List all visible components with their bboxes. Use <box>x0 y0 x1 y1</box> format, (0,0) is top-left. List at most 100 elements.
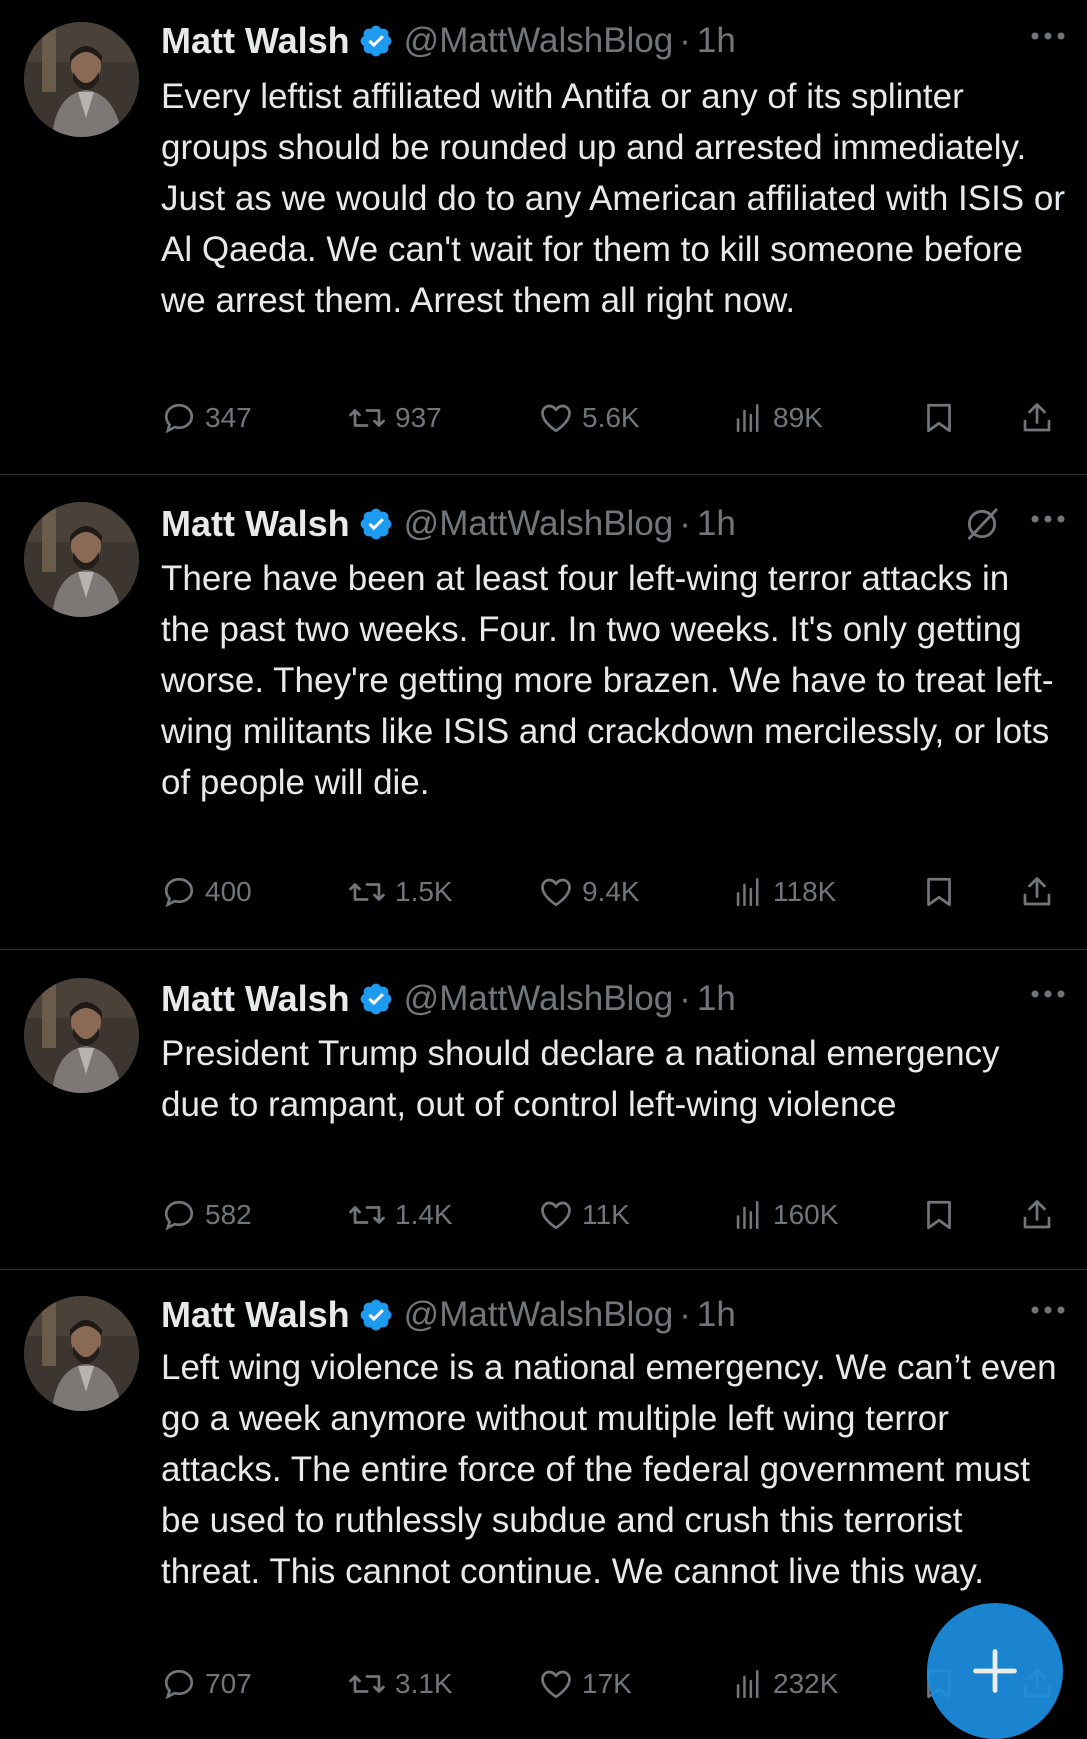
verified-badge-icon <box>360 983 392 1015</box>
action-bar: 707 3.1K 17K 232K <box>161 1662 1061 1706</box>
bookmark-button[interactable] <box>921 1193 957 1237</box>
like-button[interactable]: 5.6K <box>538 396 640 440</box>
bookmark-button[interactable] <box>921 396 957 440</box>
views-button[interactable]: 89K <box>731 396 823 440</box>
separator-dot: · <box>679 1295 691 1334</box>
share-icon <box>1023 877 1051 906</box>
like-icon <box>541 1201 571 1230</box>
separator-dot: · <box>679 979 691 1018</box>
tweet-header: Matt Walsh @MattWalshBlog · 1h <box>161 974 1067 1024</box>
views-icon <box>736 1200 759 1230</box>
like-count: 11K <box>582 1199 630 1230</box>
bookmark-button[interactable] <box>921 870 957 914</box>
action-bar: 400 1.5K 9.4K 118K <box>161 870 1061 914</box>
timestamp[interactable]: 1h <box>697 1295 736 1335</box>
bookmark-icon <box>927 403 951 433</box>
more-options-icon[interactable] <box>1029 513 1067 525</box>
reply-icon <box>164 1200 194 1231</box>
compose-button[interactable] <box>927 1603 1063 1739</box>
like-count: 17K <box>582 1668 632 1699</box>
share-button[interactable] <box>1019 396 1055 440</box>
like-count: 9.4K <box>582 876 640 907</box>
verified-badge-icon <box>360 508 392 540</box>
views-count: 89K <box>773 402 823 433</box>
like-icon <box>541 1670 571 1699</box>
views-icon <box>736 877 759 907</box>
like-button[interactable]: 9.4K <box>538 870 640 914</box>
avatar[interactable] <box>24 502 139 617</box>
repost-count: 1.5K <box>395 876 453 907</box>
bookmark-icon <box>927 877 951 907</box>
reply-count: 707 <box>205 1668 252 1699</box>
author-handle[interactable]: @MattWalshBlog <box>404 21 674 61</box>
like-button[interactable]: 17K <box>538 1662 632 1706</box>
repost-icon <box>349 883 385 901</box>
separator-dot: · <box>679 504 691 543</box>
repost-count: 3.1K <box>395 1668 453 1699</box>
verified-badge-icon <box>360 1299 392 1331</box>
share-icon <box>1023 403 1051 432</box>
repost-button[interactable]: 3.1K <box>347 1662 453 1706</box>
timestamp[interactable]: 1h <box>697 979 736 1019</box>
share-button[interactable] <box>1019 870 1055 914</box>
avatar[interactable] <box>24 1296 139 1411</box>
plus-icon <box>973 1649 1017 1693</box>
author-name[interactable]: Matt Walsh <box>161 978 350 1020</box>
repost-button[interactable]: 1.5K <box>347 870 453 914</box>
views-button[interactable]: 160K <box>731 1193 838 1237</box>
verified-badge-icon <box>360 25 392 57</box>
reply-button[interactable]: 582 <box>161 1193 252 1237</box>
reply-count: 400 <box>205 876 252 907</box>
reply-button[interactable]: 707 <box>161 1662 252 1706</box>
reply-icon <box>164 1669 194 1700</box>
author-handle[interactable]: @MattWalshBlog <box>404 504 674 544</box>
tweet-header: Matt Walsh @MattWalshBlog · 1h <box>161 1290 1067 1340</box>
repost-count: 937 <box>395 402 442 433</box>
tweet-text: Left wing violence is a national emergen… <box>161 1348 1057 1591</box>
repost-button[interactable]: 937 <box>347 396 442 440</box>
more-options-icon[interactable] <box>1029 30 1067 42</box>
share-button[interactable] <box>1019 1193 1055 1237</box>
reply-count: 347 <box>205 402 252 433</box>
repost-icon <box>349 1675 385 1693</box>
like-button[interactable]: 11K <box>538 1193 630 1237</box>
author-handle[interactable]: @MattWalshBlog <box>404 1295 674 1335</box>
author-name[interactable]: Matt Walsh <box>161 503 350 545</box>
grok-icon[interactable] <box>963 505 1001 543</box>
timestamp[interactable]: 1h <box>697 21 736 61</box>
avatar[interactable] <box>24 22 139 137</box>
views-button[interactable]: 232K <box>731 1662 838 1706</box>
views-count: 232K <box>773 1668 839 1699</box>
tweet-header: Matt Walsh @MattWalshBlog · 1h <box>161 16 1067 66</box>
author-name[interactable]: Matt Walsh <box>161 20 350 62</box>
tweet-text: Every leftist affiliated with Antifa or … <box>161 77 1065 320</box>
views-button[interactable]: 118K <box>731 870 836 914</box>
like-icon <box>541 878 571 907</box>
more-options-icon[interactable] <box>1029 988 1067 1000</box>
tweet-4[interactable]: Matt Walsh @MattWalshBlog · 1h Left wing… <box>0 1270 1087 1739</box>
like-count: 5.6K <box>582 402 640 433</box>
timestamp[interactable]: 1h <box>697 504 736 544</box>
avatar[interactable] <box>24 978 139 1093</box>
repost-button[interactable]: 1.4K <box>347 1193 453 1237</box>
tweet-text: There have been at least four left-wing … <box>161 559 1054 802</box>
repost-icon <box>349 1206 385 1224</box>
repost-icon <box>349 409 385 427</box>
views-count: 160K <box>773 1199 839 1230</box>
more-options-icon[interactable] <box>1029 1304 1067 1316</box>
separator-dot: · <box>679 21 691 60</box>
tweet-1[interactable]: Matt Walsh @MattWalshBlog · 1h Every lef… <box>0 0 1087 475</box>
timeline: Matt Walsh @MattWalshBlog · 1h Every lef… <box>0 0 1087 1739</box>
views-count: 118K <box>773 876 837 907</box>
tweet-3[interactable]: Matt Walsh @MattWalshBlog · 1h President… <box>0 950 1087 1270</box>
reply-button[interactable]: 400 <box>161 870 252 914</box>
reply-button[interactable]: 347 <box>161 396 252 440</box>
reply-icon <box>164 877 194 908</box>
author-name[interactable]: Matt Walsh <box>161 1294 350 1336</box>
tweet-text: President Trump should declare a nationa… <box>161 1034 1000 1124</box>
views-icon <box>736 403 759 433</box>
action-bar: 347 937 5.6K 89K <box>161 396 1061 440</box>
author-handle[interactable]: @MattWalshBlog <box>404 979 674 1019</box>
tweet-2[interactable]: Matt Walsh @MattWalshBlog · 1h There hav… <box>0 475 1087 950</box>
reply-count: 582 <box>205 1199 252 1230</box>
